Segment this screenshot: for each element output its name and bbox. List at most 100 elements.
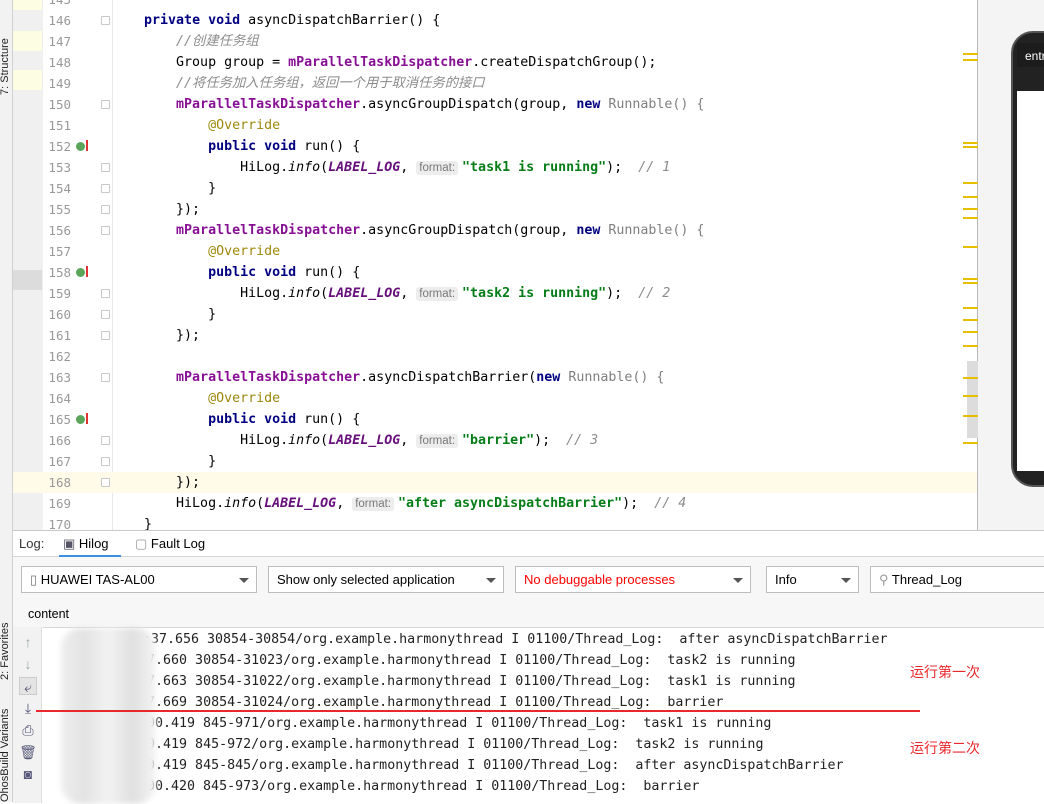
code-text: HiLog.info(LABEL_LOG, format: "barrier");… (112, 430, 598, 452)
code-line[interactable]: 164 @Override (0, 388, 978, 409)
fold-marker-icon[interactable] (101, 478, 110, 487)
code-line[interactable]: 160 } (0, 304, 978, 325)
structure-tool-button[interactable]: 7: Structure (0, 38, 11, 95)
fold-marker-icon[interactable] (101, 163, 110, 172)
fold-marker-icon[interactable] (101, 436, 110, 445)
code-line[interactable]: 157 @Override (0, 241, 978, 262)
warning-marker[interactable] (963, 307, 978, 309)
log-line[interactable]: :05:37.660 30854-31023/org.example.harmo… (107, 650, 795, 671)
warning-marker[interactable] (963, 53, 978, 55)
build-variants-tool-button[interactable]: OhosBuild Variants (0, 709, 11, 802)
code-line[interactable]: 156 mParallelTaskDispatcher.asyncGroupDi… (0, 220, 978, 241)
warning-marker[interactable] (963, 278, 978, 280)
code-line[interactable]: 170 } (0, 514, 978, 530)
warning-marker[interactable] (963, 282, 978, 284)
implements-method-icon[interactable] (76, 413, 88, 424)
code-token: @Override (208, 118, 281, 133)
fold-marker-icon[interactable] (101, 289, 110, 298)
code-line[interactable]: 161 }); (0, 325, 978, 346)
code-line[interactable]: 155 }); (0, 199, 978, 220)
fold-marker-icon[interactable] (101, 226, 110, 235)
warning-marker[interactable] (963, 331, 978, 333)
code-line[interactable]: 146 private void asyncDispatchBarrier() … (0, 10, 978, 31)
log-search-input[interactable]: ⚲ Thread_Log (870, 566, 1044, 593)
left-tool-strip: 7: Structure 2: Favorites OhosBuild Vari… (0, 0, 13, 802)
print-icon[interactable]: ⎙ (19, 721, 37, 739)
warning-marker[interactable] (963, 415, 978, 417)
log-line[interactable]: 05:37.663 30854-31022/org.example.harmon… (115, 671, 795, 692)
warning-marker[interactable] (963, 377, 978, 379)
code-line[interactable]: 162 (0, 346, 978, 367)
code-text: public void run() { (112, 409, 360, 430)
fold-marker-icon[interactable] (101, 205, 110, 214)
process-select[interactable]: No debuggable processes (515, 566, 751, 593)
code-line[interactable]: 165 public void run() { (0, 409, 978, 430)
favorites-tool-button[interactable]: 2: Favorites (0, 623, 11, 680)
camera-icon[interactable]: ◙ (19, 765, 37, 783)
implements-method-icon[interactable] (76, 140, 88, 151)
warning-marker[interactable] (963, 146, 978, 148)
arrow-up-icon[interactable]: ↑ (19, 633, 37, 651)
fold-marker-icon[interactable] (101, 310, 110, 319)
tab-fault-log[interactable]: ▢ Fault Log (135, 536, 205, 552)
log-line[interactable]: :06:00.419 845-972/org.example.harmonyth… (107, 734, 763, 755)
trash-icon[interactable]: 🗑 (19, 743, 37, 761)
line-number: 167 (48, 454, 71, 469)
app-filter-select[interactable]: Show only selected application (268, 566, 504, 593)
code-line[interactable]: 148 Group group = mParallelTaskDispatche… (0, 52, 978, 73)
code-line[interactable]: 154 } (0, 178, 978, 199)
code-line[interactable]: 166 HiLog.info(LABEL_LOG, format: "barrie… (0, 430, 978, 451)
code-token: ); (606, 160, 639, 175)
first-run-annotation: 运行第一次 (910, 664, 980, 680)
log-line[interactable]: :37.656 30854-30854/org.example.harmonyt… (143, 629, 888, 650)
warning-marker[interactable] (963, 442, 978, 444)
arrow-down-icon[interactable]: ↓ (19, 655, 37, 673)
scroll-to-end-icon[interactable]: ⤓ (19, 699, 37, 717)
code-token: , (400, 160, 417, 175)
implements-method-icon[interactable] (76, 266, 88, 277)
log-line[interactable]: :06:00.419 845-845/org.example.harmonyth… (107, 755, 844, 776)
code-line[interactable]: 159 HiLog.info(LABEL_LOG, format: "task2 … (0, 283, 978, 304)
device-select[interactable]: ▯ HUAWEI TAS-AL00 (21, 566, 257, 593)
log-output[interactable]: :37.656 30854-30854/org.example.harmonyt… (43, 627, 1044, 804)
code-line[interactable]: 151 @Override (0, 115, 978, 136)
fold-marker-icon[interactable] (101, 331, 110, 340)
code-line[interactable]: 169 HiLog.info(LABEL_LOG, format: "after … (0, 493, 978, 514)
fold-marker-icon[interactable] (101, 100, 110, 109)
log-line[interactable]: 06:00.420 845-973/org.example.harmonythr… (123, 776, 699, 797)
warning-marker[interactable] (963, 208, 978, 210)
code-line[interactable]: 147 //创建任务组 (0, 31, 978, 52)
fold-marker-icon[interactable] (101, 184, 110, 193)
code-line[interactable]: 149 //将任务加入任务组，返回一个用于取消任务的接口 (0, 73, 978, 94)
log-level-select[interactable]: Info (766, 566, 859, 593)
fold-marker-icon[interactable] (101, 16, 110, 25)
warning-marker[interactable] (963, 246, 978, 248)
code-line[interactable]: 153 HiLog.info(LABEL_LOG, format: "task1 … (0, 157, 978, 178)
warning-marker[interactable] (963, 142, 978, 144)
code-token: info (224, 496, 257, 511)
tab-hilog[interactable]: ▣ Hilog (59, 536, 120, 558)
code-editor[interactable]: 145146 private void asyncDispatchBarrier… (0, 0, 978, 530)
fold-marker-icon[interactable] (101, 373, 110, 382)
code-token: "barrier" (462, 433, 535, 448)
code-line[interactable]: 168 }); (0, 472, 978, 493)
code-line[interactable]: 158 public void run() { (0, 262, 978, 283)
code-line[interactable]: 145 (0, 0, 978, 10)
warning-marker[interactable] (963, 196, 978, 198)
code-line[interactable]: 150 mParallelTaskDispatcher.asyncGroupDi… (0, 94, 978, 115)
log-line[interactable]: 06:00.419 845-971/org.example.harmonythr… (123, 713, 771, 734)
warning-marker[interactable] (963, 59, 978, 61)
warning-marker[interactable] (963, 345, 978, 347)
code-token: //创建任务组 (176, 34, 259, 49)
code-line[interactable]: 152 public void run() { (0, 136, 978, 157)
warning-marker[interactable] (963, 395, 978, 397)
soft-wrap-icon[interactable]: ⤶ (19, 677, 37, 695)
warning-marker[interactable] (963, 319, 978, 321)
warning-marker[interactable] (963, 217, 978, 219)
error-stripe[interactable] (963, 0, 978, 530)
fold-marker-icon[interactable] (101, 457, 110, 466)
code-line[interactable]: 167 } (0, 451, 978, 472)
scrollbar-thumb[interactable] (967, 361, 978, 438)
code-line[interactable]: 163 mParallelTaskDispatcher.asyncDispatc… (0, 367, 978, 388)
warning-marker[interactable] (963, 182, 978, 184)
